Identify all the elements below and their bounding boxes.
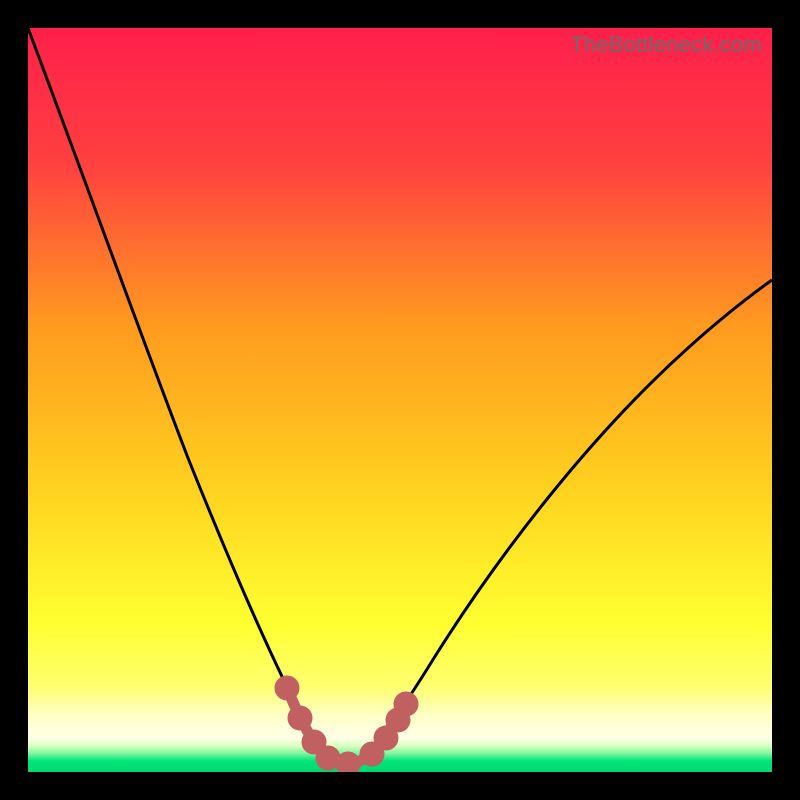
chart-frame: TheBottleneck.com (0, 0, 800, 800)
plot-area: TheBottleneck.com (28, 28, 772, 772)
curve-layer (28, 28, 772, 772)
accent-segment (280, 681, 413, 771)
bottleneck-curve (28, 28, 772, 763)
watermark-text: TheBottleneck.com (570, 32, 762, 58)
